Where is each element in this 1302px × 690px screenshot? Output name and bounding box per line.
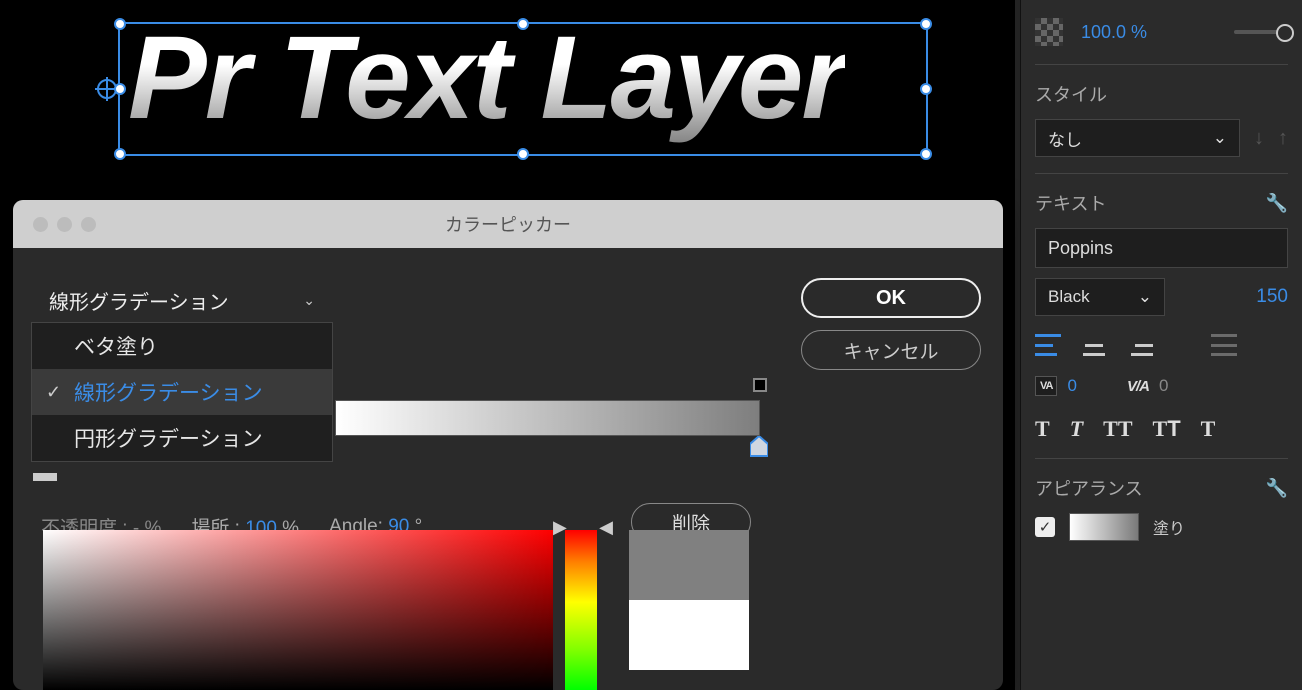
gradient-opacity-stop[interactable] <box>753 378 767 392</box>
resize-handle[interactable] <box>114 83 126 95</box>
kerning-icon: V/A <box>1127 378 1149 395</box>
chevron-down-icon: ⌄ <box>1138 287 1152 307</box>
chevron-down-icon: ⌄ <box>303 292 315 309</box>
resize-handle[interactable] <box>517 18 529 30</box>
resize-handle[interactable] <box>920 18 932 30</box>
new-color-swatch[interactable] <box>629 530 749 600</box>
font-weight-dropdown[interactable]: Black ⌄ <box>1035 278 1165 316</box>
align-center-button[interactable] <box>1081 334 1107 356</box>
gradient-color-stop[interactable] <box>750 436 768 458</box>
fill-option-linear[interactable]: ✓ 線形グラデーション <box>32 369 332 415</box>
fill-label: 塗り <box>1153 515 1185 539</box>
resize-handle[interactable] <box>920 148 932 160</box>
style-preset-dropdown[interactable]: なし ⌄ <box>1035 119 1240 157</box>
layer-opacity-slider[interactable] <box>1234 30 1288 34</box>
resize-handle[interactable] <box>517 148 529 160</box>
smallcaps-button[interactable]: TT <box>1153 416 1181 442</box>
dialog-title: カラーピッカー <box>13 211 1003 237</box>
move-down-icon[interactable]: ↓ <box>1254 127 1264 150</box>
zoom-window-icon[interactable] <box>81 217 96 232</box>
layer-opacity-value[interactable]: 100.0 % <box>1081 22 1216 43</box>
gradient-bar[interactable] <box>335 400 760 436</box>
align-right-button[interactable] <box>1127 334 1153 356</box>
fill-checkbox[interactable]: ✓ <box>1035 517 1055 537</box>
properties-panel: 100.0 % スタイル なし ⌄ ↓ ↑ テキスト 🔧 Poppins Bla… <box>1020 0 1302 690</box>
window-controls <box>33 217 96 232</box>
hue-slider[interactable] <box>565 530 597 690</box>
wrench-icon[interactable]: 🔧 <box>1266 193 1288 214</box>
tracking-icon: VA <box>1035 376 1057 396</box>
minimize-window-icon[interactable] <box>57 217 72 232</box>
wrench-icon[interactable]: 🔧 <box>1266 478 1288 499</box>
cancel-button[interactable]: キャンセル <box>801 330 981 370</box>
bold-button[interactable]: T <box>1035 416 1050 442</box>
check-icon: ✓ <box>46 382 61 403</box>
resize-handle[interactable] <box>920 83 932 95</box>
move-up-icon[interactable]: ↑ <box>1278 127 1288 150</box>
close-window-icon[interactable] <box>33 217 48 232</box>
italic-button[interactable]: T <box>1070 416 1083 442</box>
align-justify-button[interactable] <box>1211 334 1237 356</box>
fill-option-radial[interactable]: 円形グラデーション <box>32 415 332 461</box>
current-color-swatch[interactable] <box>629 600 749 670</box>
color-picker-dialog: カラーピッカー 線形グラデーション ⌄ ベタ塗り ✓ 線形グラデーション 円形グ… <box>13 200 1003 690</box>
text-selection-box[interactable] <box>118 22 928 156</box>
resize-handle[interactable] <box>114 18 126 30</box>
tracking-value[interactable]: 0 <box>1067 376 1076 396</box>
appearance-section-title: アピアランス <box>1035 475 1143 501</box>
resize-handle[interactable] <box>114 148 126 160</box>
dialog-titlebar[interactable]: カラーピッカー <box>13 200 1003 248</box>
text-section-title: テキスト <box>1035 190 1106 216</box>
fill-color-swatch[interactable] <box>1069 513 1139 541</box>
font-family-dropdown[interactable]: Poppins <box>1035 228 1288 268</box>
superscript-button[interactable]: T <box>1201 416 1216 442</box>
fill-option-solid[interactable]: ベタ塗り <box>32 323 332 369</box>
fill-type-options: ベタ塗り ✓ 線形グラデーション 円形グラデーション <box>31 322 333 462</box>
color-field[interactable] <box>43 530 553 690</box>
kerning-value[interactable]: 0 <box>1159 376 1168 396</box>
style-section-title: スタイル <box>1035 81 1288 107</box>
chevron-down-icon: ⌄ <box>1213 128 1227 148</box>
swatch-indicator <box>33 473 57 481</box>
font-size-value[interactable]: 150 <box>1256 286 1288 308</box>
align-left-button[interactable] <box>1035 334 1061 356</box>
fill-type-dropdown[interactable]: 線形グラデーション ⌄ ベタ塗り ✓ 線形グラデーション 円形グラデーション <box>31 278 333 462</box>
fill-type-selected: 線形グラデーション <box>49 286 229 315</box>
transparency-icon <box>1035 18 1063 46</box>
ok-button[interactable]: OK <box>801 278 981 318</box>
gradient-preview[interactable] <box>335 400 760 436</box>
color-swatch <box>629 530 749 670</box>
allcaps-button[interactable]: TT <box>1103 416 1132 442</box>
